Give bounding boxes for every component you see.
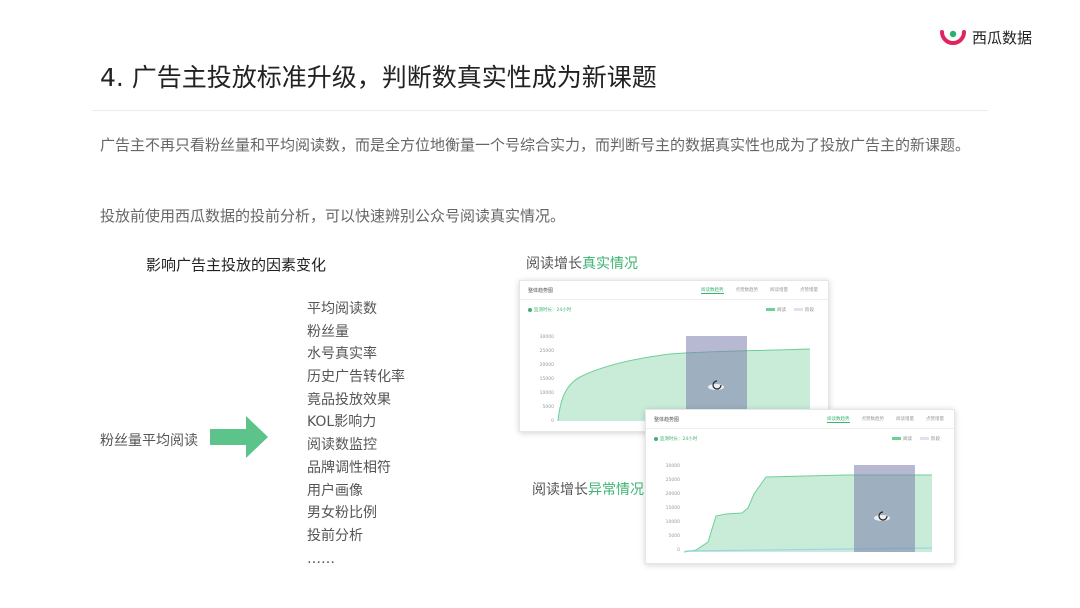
factor-item: 男女粉比例 (307, 505, 377, 522)
factor-item: 水号真实率 (307, 346, 377, 363)
card-header: 整体趋势图 阅读数趋势 点赞数趋势 阅读增量 点赞增量 (520, 281, 828, 300)
tab-read-trend[interactable]: 阅读数趋势 (701, 287, 724, 294)
tab-like-trend[interactable]: 点赞数趋势 (736, 287, 759, 294)
y-axis-ticks: 30000 25000 20000 15000 10000 5000 0 (540, 334, 554, 424)
factor-item: KOL影响力 (307, 414, 377, 431)
factor-item: 竟品投放效果 (307, 391, 391, 408)
y-tick-label: 20000 (540, 362, 554, 368)
card-title: 整体趋势图 (528, 288, 554, 294)
legend-label: 阶段 (931, 437, 940, 442)
caption-prefix: 阅读增长 (526, 256, 582, 272)
y-tick-label: 5000 (669, 533, 681, 539)
status-dot-icon (654, 437, 658, 441)
factor-item: 平均阅读数 (307, 301, 377, 317)
caption-accent: 真实情况 (582, 256, 638, 272)
tab-read-increment[interactable]: 阅读增量 (770, 287, 788, 294)
watermelon-logo-icon (940, 30, 966, 45)
y-tick-label: 0 (677, 547, 680, 553)
chart-legend: 阅读 阶段 (766, 307, 814, 313)
caption-prefix: 阅读增长 (532, 482, 588, 498)
y-tick-label: 25000 (666, 477, 680, 483)
y-tick-label: 15000 (540, 376, 554, 382)
y-tick-label: 20000 (666, 491, 680, 497)
abnormal-growth-plot: 30000 25000 20000 15000 10000 5000 0 (666, 463, 933, 553)
factor-item: 投前分析 (307, 527, 363, 544)
legend-label: 阅读 (903, 437, 912, 442)
factor-item: 用户画像 (307, 482, 363, 499)
factor-item: 历史广告转化率 (307, 369, 405, 386)
tab-like-increment[interactable]: 点赞增量 (926, 416, 944, 423)
y-tick-label: 0 (551, 418, 554, 424)
tool-paragraph: 投放前使用西瓜数据的投前分析，可以快速辨别公众号阅读真实情况。 (100, 207, 566, 225)
caption-abnormal-growth: 阅读增长异常情况 (532, 479, 644, 499)
highlight-window (854, 465, 915, 552)
status-dot-icon (528, 308, 532, 312)
brand-name: 西瓜数据 (972, 28, 1033, 47)
page-title: 4. 广告主投放标准升级，判断数真实性成为新课题 (100, 63, 657, 92)
card-title: 整体趋势图 (654, 417, 680, 423)
factor-item: 阅读数监控 (307, 437, 377, 454)
caption-accent: 异常情况 (588, 482, 644, 498)
y-tick-label: 25000 (540, 348, 554, 354)
legend-swatch (920, 437, 929, 440)
monitor-duration-text: 监测时长：24小时 (660, 437, 698, 442)
y-tick-label: 5000 (543, 404, 555, 410)
factor-heading: 影响广告主投放的因素变化 (146, 256, 327, 274)
factor-list: 平均阅读数 粉丝量 水号真实率 历史广告转化率 竟品投放效果 KOL影响力 阅读… (307, 298, 405, 570)
right-arrow-icon (210, 416, 268, 458)
monitor-duration-text: 监测时长：24小时 (534, 308, 572, 313)
caption-real-growth: 阅读增长真实情况 (526, 253, 638, 273)
y-tick-label: 10000 (666, 519, 680, 525)
legend-item: 阶段 (794, 307, 814, 313)
legend-label: 阶段 (805, 308, 814, 313)
legend-label: 阅读 (777, 308, 786, 313)
y-tick-label: 10000 (540, 390, 554, 396)
monitor-duration: 监测时长：24小时 (654, 436, 697, 442)
tab-read-increment[interactable]: 阅读增量 (896, 416, 914, 423)
abnormal-growth-chart-card: 整体趋势图 阅读数趋势 点赞数趋势 阅读增量 点赞增量 监测时长：24小时 阅读… (645, 409, 955, 564)
old-metrics-label: 粉丝量平均阅读 (100, 433, 198, 449)
legend-swatch (766, 308, 775, 311)
tab-like-trend[interactable]: 点赞数趋势 (862, 416, 885, 423)
card-tabs: 阅读数趋势 点赞数趋势 阅读增量 点赞增量 (701, 287, 818, 294)
y-tick-label: 30000 (666, 463, 680, 469)
intro-paragraph: 广告主不再只看粉丝量和平均阅读数，而是全方位地衡量一个号综合实力，而判断号主的数… (100, 136, 971, 154)
card-tabs: 阅读数趋势 点赞数趋势 阅读增量 点赞增量 (827, 416, 944, 423)
legend-swatch (794, 308, 803, 311)
title-divider (92, 110, 988, 111)
y-tick-label: 15000 (666, 505, 680, 511)
factor-item: 粉丝量 (307, 323, 349, 340)
y-axis-ticks: 30000 25000 20000 15000 10000 5000 0 (666, 463, 680, 553)
chart-legend: 阅读 阶段 (892, 436, 940, 442)
legend-swatch (892, 437, 901, 440)
legend-item: 阅读 (892, 436, 912, 442)
factor-item: 品牌调性相符 (307, 459, 391, 476)
legend-item: 阅读 (766, 307, 786, 313)
legend-item: 阶段 (920, 436, 940, 442)
y-tick-label: 30000 (540, 334, 554, 340)
brand-logo: 西瓜数据 (940, 26, 1032, 48)
factor-item: …… (307, 550, 335, 567)
tab-like-increment[interactable]: 点赞增量 (800, 287, 818, 294)
monitor-duration: 监测时长：24小时 (528, 307, 571, 313)
tab-read-trend[interactable]: 阅读数趋势 (827, 416, 850, 423)
card-header: 整体趋势图 阅读数趋势 点赞数趋势 阅读增量 点赞增量 (646, 410, 954, 429)
